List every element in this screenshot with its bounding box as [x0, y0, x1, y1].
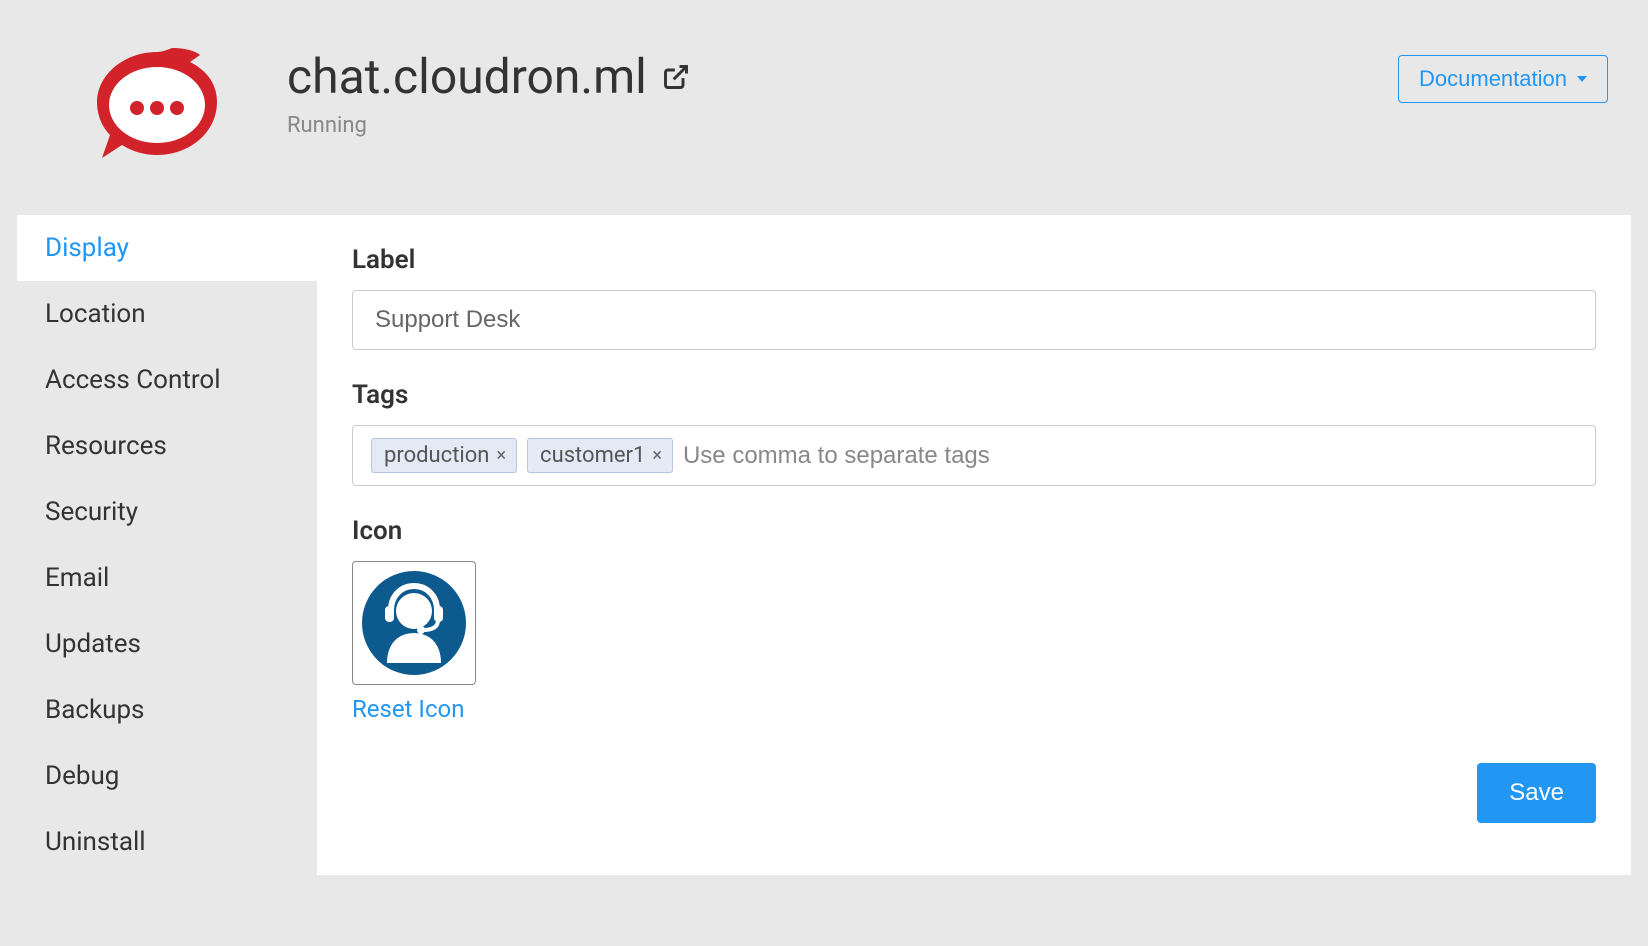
label-input[interactable]: [352, 290, 1596, 350]
sidebar-item-display[interactable]: Display: [17, 215, 317, 281]
sidebar-item-label: Debug: [45, 761, 119, 791]
title-text: chat.cloudron.ml: [287, 48, 647, 105]
tag-production: production ×: [371, 438, 517, 473]
sidebar-item-resources[interactable]: Resources: [17, 413, 317, 479]
form-group-tags: Tags production × customer1 ×: [352, 380, 1596, 486]
button-row: Save: [352, 763, 1596, 823]
sidebar-item-label: Display: [45, 233, 129, 263]
tag-label: production: [384, 443, 489, 468]
sidebar-item-label: Email: [45, 563, 109, 593]
sidebar-item-label: Uninstall: [45, 827, 146, 857]
sidebar: Display Location Access Control Resource…: [17, 215, 317, 875]
tags-heading: Tags: [352, 380, 1596, 410]
label-heading: Label: [352, 245, 1596, 275]
tag-remove-icon[interactable]: ×: [650, 445, 664, 466]
save-button[interactable]: Save: [1477, 763, 1596, 823]
reset-icon-link[interactable]: Reset Icon: [352, 695, 464, 723]
form-group-label: Label: [352, 245, 1596, 350]
sidebar-item-label: Updates: [45, 629, 141, 659]
tags-input[interactable]: [683, 442, 1577, 470]
icon-heading: Icon: [352, 516, 1596, 546]
main-container: Display Location Access Control Resource…: [17, 215, 1631, 875]
sidebar-item-updates[interactable]: Updates: [17, 611, 317, 677]
caret-down-icon: [1577, 76, 1587, 82]
sidebar-item-label: Backups: [45, 695, 144, 725]
header-info: chat.cloudron.ml Running: [287, 30, 1398, 138]
tag-remove-icon[interactable]: ×: [494, 445, 508, 466]
sidebar-item-location[interactable]: Location: [17, 281, 317, 347]
documentation-label: Documentation: [1419, 66, 1567, 92]
tag-customer1: customer1 ×: [527, 438, 673, 473]
external-link-icon[interactable]: [662, 63, 690, 91]
tags-container[interactable]: production × customer1 ×: [352, 425, 1596, 486]
icon-preview[interactable]: [352, 561, 476, 685]
app-logo: [82, 30, 232, 180]
sidebar-item-debug[interactable]: Debug: [17, 743, 317, 809]
page-title: chat.cloudron.ml: [287, 48, 1398, 105]
sidebar-item-access-control[interactable]: Access Control: [17, 347, 317, 413]
sidebar-item-email[interactable]: Email: [17, 545, 317, 611]
sidebar-item-uninstall[interactable]: Uninstall: [17, 809, 317, 875]
content-panel: Label Tags production × customer1 × Icon: [317, 215, 1631, 875]
sidebar-item-label: Security: [45, 497, 138, 527]
status-text: Running: [287, 113, 1398, 138]
sidebar-item-label: Location: [45, 299, 146, 329]
sidebar-item-label: Resources: [45, 431, 167, 461]
sidebar-item-backups[interactable]: Backups: [17, 677, 317, 743]
sidebar-item-security[interactable]: Security: [17, 479, 317, 545]
tag-label: customer1: [540, 443, 645, 468]
header: chat.cloudron.ml Running Documentation: [0, 0, 1648, 200]
sidebar-item-label: Access Control: [45, 365, 221, 395]
documentation-button[interactable]: Documentation: [1398, 55, 1608, 103]
form-group-icon: Icon Reset Icon: [352, 516, 1596, 723]
